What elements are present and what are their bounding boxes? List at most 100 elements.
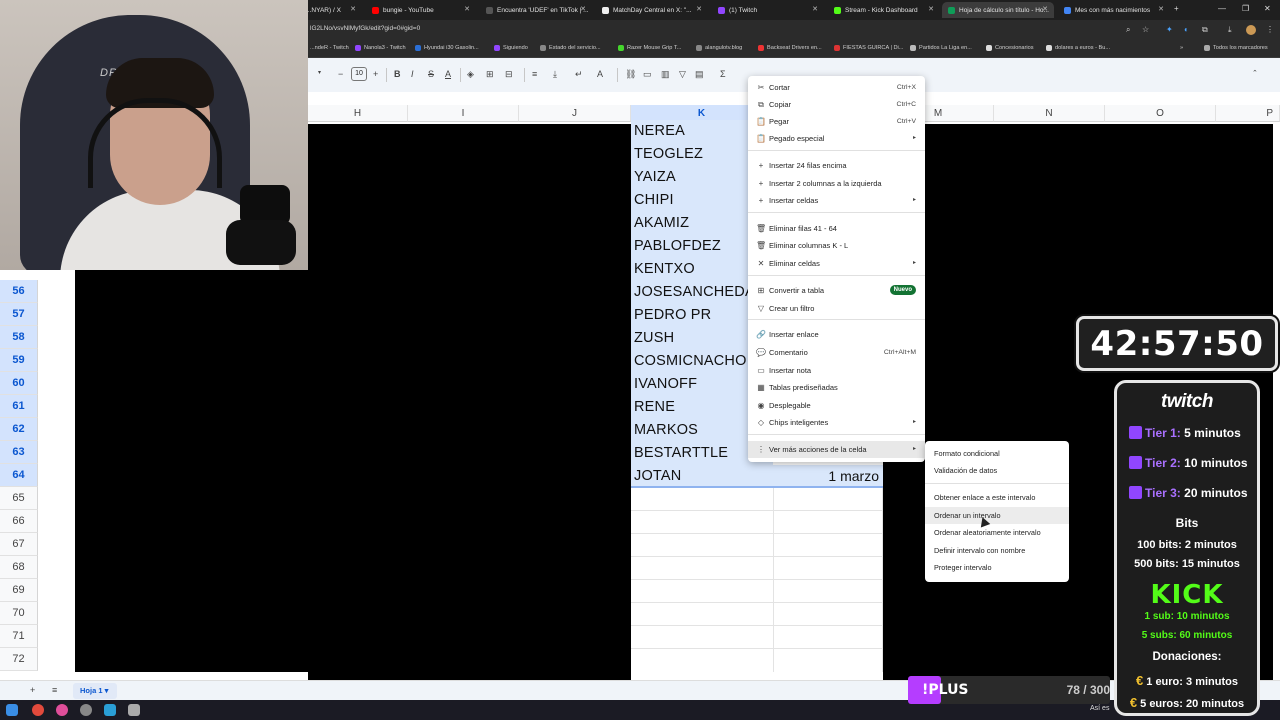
browser-tab[interactable]: bungie - YouTube ✕ (366, 2, 476, 18)
bookmark[interactable]: Nanola3 - Twitch (355, 45, 406, 51)
row-header[interactable]: 62 (0, 418, 38, 441)
submenu-item-definir-intervalo[interactable]: Definir intervalo con nombre (925, 542, 1069, 559)
borders-icon[interactable]: ⊞ (486, 69, 494, 80)
all-bookmarks[interactable]: Todos los marcadores (1204, 45, 1268, 51)
menu-item-insertar-enlace[interactable]: 🔗 Insertar enlace (748, 326, 925, 343)
row-header[interactable]: 71 (0, 625, 38, 648)
bookmark[interactable]: ...ndeR - Twitch (310, 45, 349, 51)
bookmark[interactable]: dolares a euros - Bu... (1046, 45, 1110, 51)
fill-color-icon[interactable]: ◈ (467, 69, 474, 80)
browser-tab[interactable]: MatchDay Central en X: "... ✕ (596, 2, 708, 18)
bookmark[interactable]: FIESTAS GUIRCA | Di... (834, 45, 903, 51)
close-icon[interactable]: ✕ (464, 5, 470, 13)
browser-tab-active[interactable]: Hoja de cálculo sin título - Ho... ✕ (942, 2, 1054, 18)
browser-tab[interactable]: Mes con más nacimientos ✕ (1058, 2, 1170, 18)
functions-icon[interactable]: Σ (720, 69, 726, 79)
app-icon[interactable] (56, 704, 68, 716)
obs-icon[interactable] (80, 704, 92, 716)
row-header[interactable]: 56 (0, 280, 38, 303)
menu-item-insertar-celdas[interactable]: + Insertar celdas ▸ (748, 192, 925, 209)
telegram-icon[interactable] (104, 704, 116, 716)
bookmark[interactable]: Backseat Drivers en... (758, 45, 822, 51)
text-color-button[interactable]: A (445, 69, 451, 79)
column-header-o[interactable]: O (1105, 105, 1216, 122)
row-header[interactable]: 57 (0, 303, 38, 326)
browser-tab[interactable]: (1) Twitch ✕ (712, 2, 824, 18)
insert-comment-icon[interactable]: ▭ (643, 69, 652, 80)
merge-cells-icon[interactable]: ⊟ (505, 69, 513, 80)
decrease-font-button[interactable]: − (338, 69, 343, 79)
close-window-icon[interactable]: ✕ (1264, 4, 1271, 13)
bookmark[interactable]: Concesionarios (986, 45, 1034, 51)
steam-icon[interactable] (128, 704, 140, 716)
bold-button[interactable]: B (394, 69, 401, 79)
collapse-toolbar-icon[interactable]: ⌃ (1252, 69, 1258, 77)
all-sheets-icon[interactable]: ≡ (52, 685, 57, 695)
bookmark[interactable]: Estado del servicio... (540, 45, 601, 51)
row-header[interactable]: 66 (0, 510, 38, 533)
menu-item-eliminar-columnas[interactable]: 🗑 Eliminar columnas K - L (748, 237, 925, 254)
row-header[interactable]: 70 (0, 602, 38, 625)
bookmark[interactable]: Hyundai i30 Gasolin... (415, 45, 479, 51)
submenu-item-obtener-enlace[interactable]: Obtener enlace a este intervalo (925, 489, 1069, 506)
row-header[interactable]: 69 (0, 579, 38, 602)
font-size-field[interactable]: 10 (351, 67, 367, 81)
bookmark[interactable]: alangulotv.blog (696, 45, 742, 51)
date-cell[interactable]: 1 marzo (773, 465, 883, 488)
star-icon[interactable]: ☆ (1142, 25, 1149, 34)
row-header[interactable]: 63 (0, 441, 38, 464)
name-cell[interactable]: JOTAN (631, 465, 773, 488)
strikethrough-button[interactable]: S (428, 69, 434, 79)
new-tab-button[interactable]: + (1174, 4, 1179, 13)
avatar[interactable] (1246, 25, 1256, 35)
menu-item-copiar[interactable]: ⧉ Copiar Ctrl+C (748, 96, 925, 113)
menu-item-crear-filtro[interactable]: ▽ Crear un filtro (748, 300, 925, 317)
menu-item-cortar[interactable]: ✂ Cortar Ctrl+X (748, 79, 925, 96)
browser-tab[interactable]: Encuentra 'UDEF' en TikTok | ... ✕ (480, 2, 592, 18)
bookmark[interactable]: Razer Mouse Grip T... (618, 45, 681, 51)
close-icon[interactable]: ✕ (1042, 5, 1048, 13)
windows-start-icon[interactable] (6, 704, 18, 716)
puzzle-icon[interactable]: ⧉ (1202, 25, 1208, 35)
column-header-h[interactable]: H (308, 105, 408, 122)
font-dropdown-icon[interactable]: ▾ (318, 69, 321, 76)
close-icon[interactable]: ✕ (350, 5, 356, 13)
menu-item-tablas-predisenadas[interactable]: ▦ Tablas prediseñadas (748, 379, 925, 396)
submenu-item-proteger-intervalo[interactable]: Proteger intervalo (925, 559, 1069, 576)
increase-font-button[interactable]: + (373, 69, 378, 79)
extension-icon[interactable]: ◐ (1184, 25, 1189, 34)
align-vertical-icon[interactable]: ⤓ (553, 69, 557, 80)
url-text[interactable]: lG2LNo/vsvNlMyfGk/edit?gid=0#gid=0 (310, 25, 420, 32)
chrome-icon[interactable] (32, 704, 44, 716)
add-sheet-button[interactable]: + (30, 685, 35, 695)
menu-item-chips-inteligentes[interactable]: ◇ Chips inteligentes ▸ (748, 414, 925, 431)
bookmark[interactable]: Partidos La Liga en... (910, 45, 972, 51)
text-rotation-icon[interactable]: A (597, 69, 603, 79)
menu-item-desplegable[interactable]: ◉ Desplegable (748, 397, 925, 414)
downloads-icon[interactable]: ⤓ (1228, 25, 1232, 35)
insert-chart-icon[interactable]: ▥ (661, 69, 670, 80)
menu-item-insertar-columnas[interactable]: + Insertar 2 columnas a la izquierda (748, 175, 925, 192)
browser-tab[interactable]: Stream - Kick Dashboard ✕ (828, 2, 940, 18)
submenu-item-ordenar-intervalo[interactable]: Ordenar un intervalo (925, 507, 1069, 524)
more-bookmarks-icon[interactable]: » (1180, 45, 1183, 51)
sheet-tab-hoja-1[interactable]: Hoja 1 ▾ (73, 683, 117, 699)
align-horizontal-icon[interactable]: ≡ (532, 69, 537, 79)
menu-icon[interactable]: ⋮ (1266, 25, 1274, 34)
menu-item-insertar-nota[interactable]: ▭ Insertar nota (748, 362, 925, 379)
submenu-item-formato-condicional[interactable]: Formato condicional (925, 445, 1069, 462)
browser-tab[interactable]: ...NYAR) / X ✕ (300, 2, 362, 18)
menu-item-eliminar-celdas[interactable]: ✕ Eliminar celdas ▸ (748, 255, 925, 272)
filter-icon[interactable]: ▽ (679, 69, 686, 80)
extension-icon[interactable]: ✦ (1166, 25, 1173, 34)
row-header[interactable]: 72 (0, 648, 38, 671)
submenu-item-validacion-datos[interactable]: Validación de datos (925, 462, 1069, 479)
filter-views-icon[interactable]: ▤ (695, 69, 704, 80)
row-header[interactable]: 64 (0, 464, 38, 487)
menu-item-mas-acciones[interactable]: ⋮ Ver más acciones de la celda ▸ (748, 441, 925, 458)
menu-item-pegar[interactable]: 📋 Pegar Ctrl+V (748, 113, 925, 130)
insert-link-icon[interactable]: ⛓ (625, 69, 636, 80)
column-header-p[interactable]: P (1216, 105, 1280, 122)
row-header[interactable]: 60 (0, 372, 38, 395)
row-header[interactable]: 58 (0, 326, 38, 349)
